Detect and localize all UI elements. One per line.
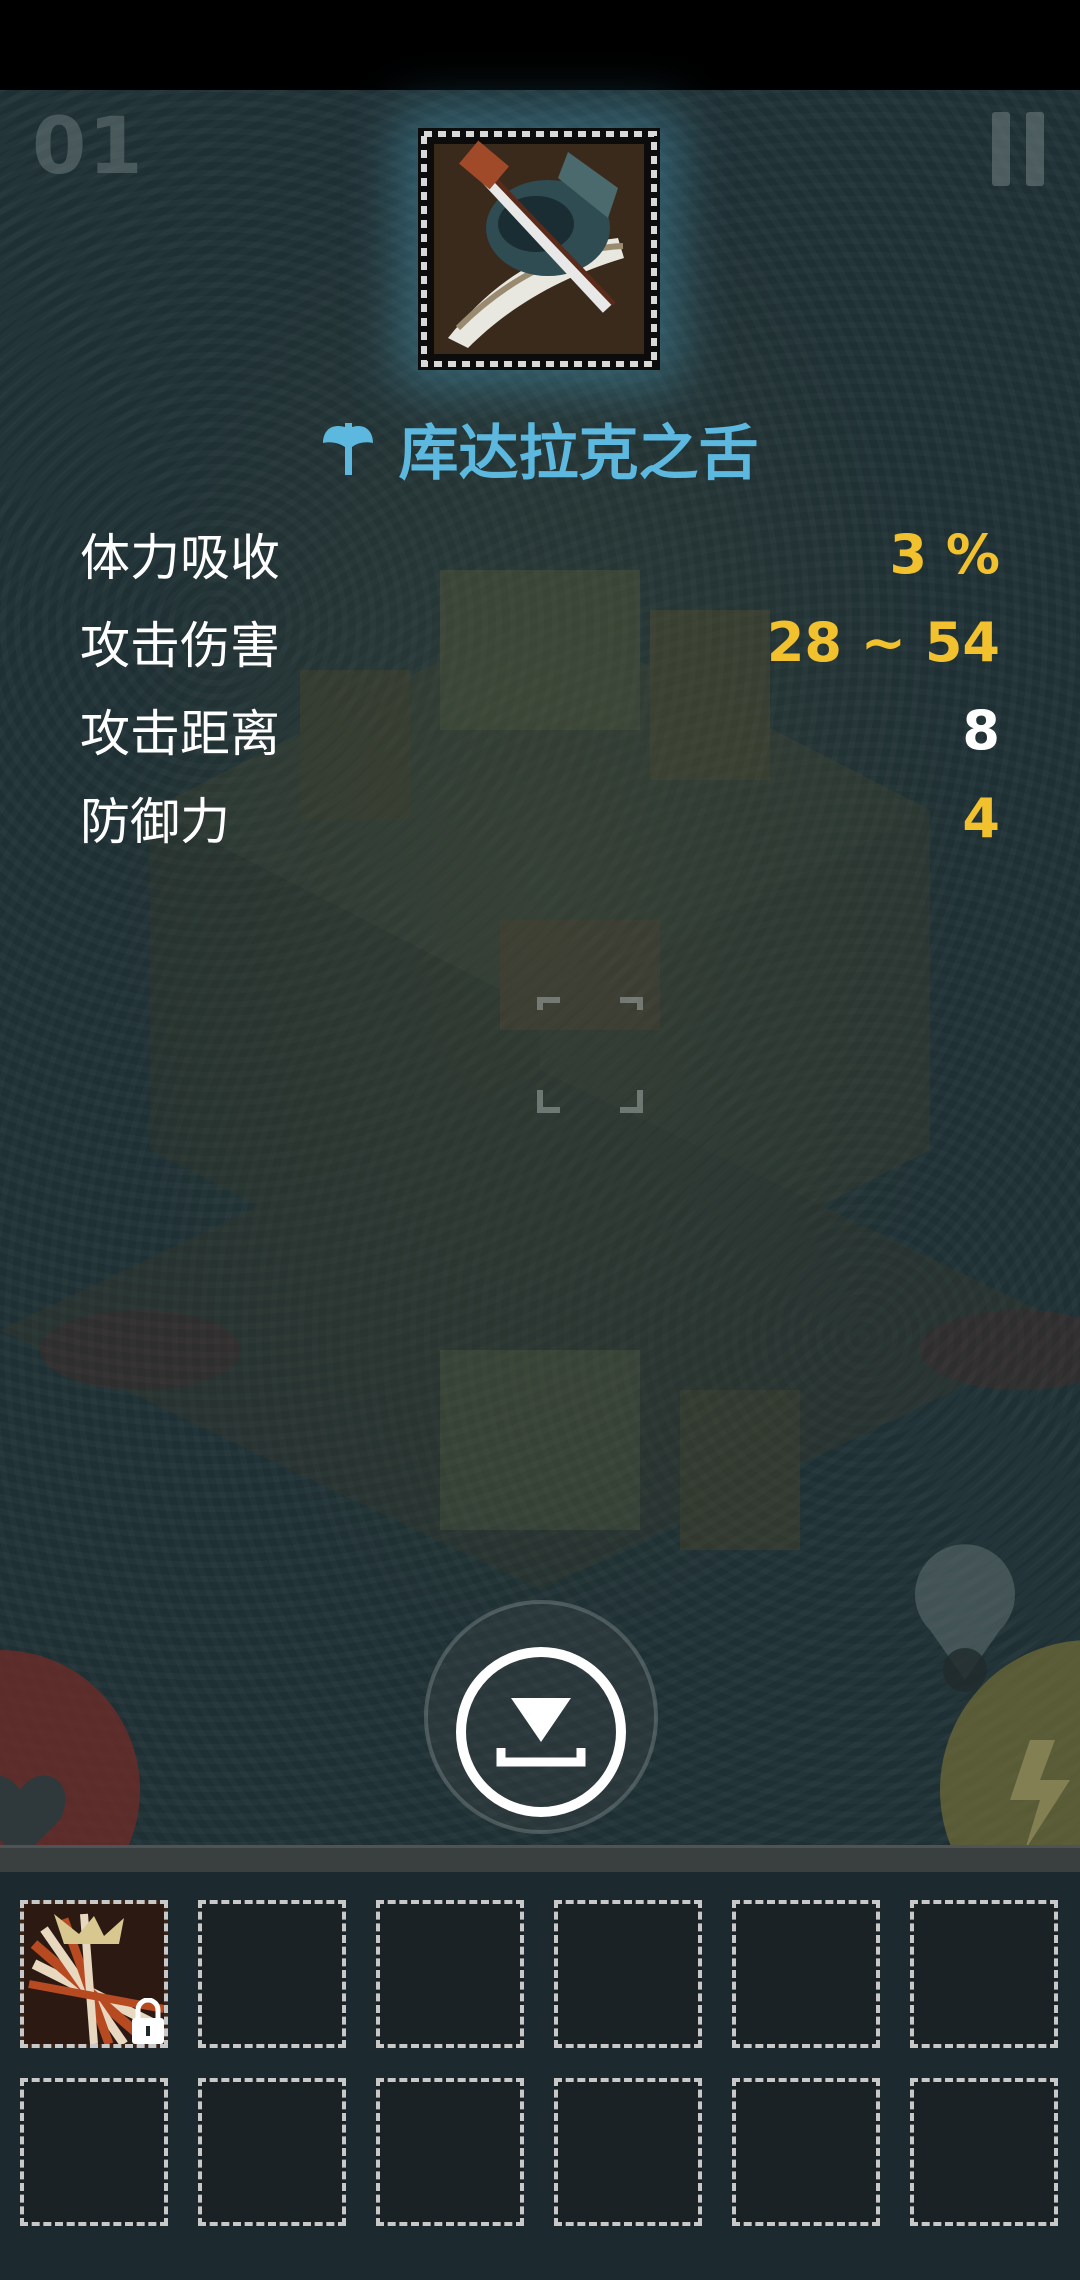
drop-item-button[interactable] — [424, 1600, 658, 1834]
axe-icon — [321, 417, 375, 481]
inventory-slot-11[interactable] — [732, 2078, 880, 2226]
inventory-slot-1[interactable] — [20, 1900, 168, 2048]
game-view[interactable]: 01 库达拉克之舌 体力吸收 3 % 攻击伤害 28 ~ 54 攻击距离 8 防… — [0, 90, 1080, 1870]
inventory-slot-2[interactable] — [198, 1900, 346, 2048]
item-stats: 体力吸收 3 % 攻击伤害 28 ~ 54 攻击距离 8 防御力 4 — [80, 510, 1000, 862]
stat-row-attack-damage: 攻击伤害 28 ~ 54 — [80, 598, 1000, 686]
status-bar — [0, 0, 1080, 90]
inventory-panel — [0, 1872, 1080, 2280]
item-icon — [418, 128, 660, 370]
item-name: 库达拉克之舌 — [398, 419, 759, 489]
pause-icon — [992, 112, 1010, 186]
stat-value: 8 — [962, 698, 1000, 762]
inventory-slot-9[interactable] — [376, 2078, 524, 2226]
stat-label: 防御力 — [80, 793, 230, 851]
inventory-slot-4[interactable] — [554, 1900, 702, 2048]
stat-row-defense: 防御力 4 — [80, 774, 1000, 862]
inventory-slot-10[interactable] — [554, 2078, 702, 2226]
inventory-slot-7[interactable] — [20, 2078, 168, 2226]
inventory-slot-5[interactable] — [732, 1900, 880, 2048]
lock-icon — [128, 1997, 168, 2050]
inventory-slot-6[interactable] — [910, 1900, 1058, 2048]
inventory-slot-12[interactable] — [910, 2078, 1058, 2226]
stat-row-attack-range: 攻击距离 8 — [80, 686, 1000, 774]
pause-button[interactable] — [992, 112, 1044, 186]
game-screen: 01 库达拉克之舌 体力吸收 3 % 攻击伤害 28 ~ 54 攻击距离 8 防… — [0, 0, 1080, 2280]
stat-value: 3 % — [889, 522, 1000, 586]
stat-label: 攻击伤害 — [80, 617, 280, 675]
stat-row-hp-absorb: 体力吸收 3 % — [80, 510, 1000, 598]
stat-value: 4 — [962, 786, 1000, 850]
stat-value: 28 ~ 54 — [766, 610, 1000, 674]
stat-label: 体力吸收 — [80, 529, 280, 587]
level-number: 01 — [32, 102, 145, 192]
inventory-slot-3[interactable] — [376, 1900, 524, 2048]
stat-label: 攻击距离 — [80, 705, 280, 763]
item-title: 库达拉克之舌 — [0, 405, 1080, 492]
inventory-slot-8[interactable] — [198, 2078, 346, 2226]
